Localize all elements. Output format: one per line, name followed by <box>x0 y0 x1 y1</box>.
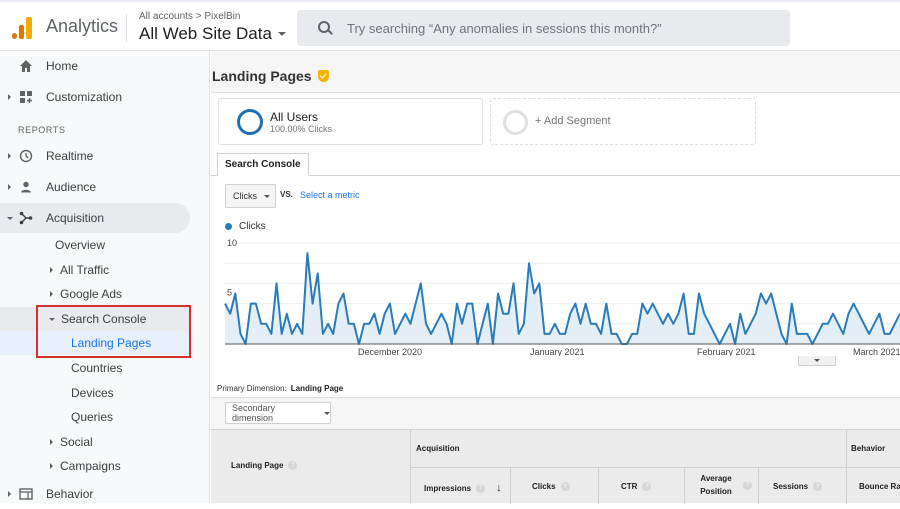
help-icon[interactable]: ? <box>813 482 822 491</box>
annotation-highlight-box <box>36 305 191 358</box>
clicks-chart[interactable]: 5 10 December 2020 January 2021 February… <box>211 231 900 356</box>
segment-name: All Users <box>270 110 318 124</box>
series-area-clicks <box>225 253 900 344</box>
vs-label: VS. <box>280 190 293 199</box>
help-icon[interactable]: ? <box>642 482 651 491</box>
chart-collapse-handle[interactable] <box>798 356 836 366</box>
primary-dimension-value[interactable]: Landing Page <box>291 384 343 393</box>
help-icon[interactable]: ? <box>476 484 485 493</box>
segment-ring-icon <box>237 109 263 135</box>
segment-subtitle: 100.00% Clicks <box>270 124 332 134</box>
sidebar-item-realtime[interactable]: Realtime <box>0 141 190 171</box>
column-header-average-position[interactable]: Average Position ? <box>693 472 753 498</box>
column-divider <box>684 467 685 504</box>
view-name: All Web Site Data <box>139 24 272 44</box>
header-divider <box>126 14 127 42</box>
tab-search-console[interactable]: Search Console <box>217 153 309 176</box>
help-icon[interactable]: ? <box>561 482 570 491</box>
expand-arrow-icon <box>50 439 53 445</box>
add-segment-label: + Add Segment <box>535 115 611 127</box>
collapse-arrow-icon <box>7 217 13 220</box>
group-header-acquisition: Acquisition <box>416 444 460 453</box>
expand-arrow-icon <box>50 267 53 273</box>
chevron-down-icon <box>264 195 270 198</box>
search-input[interactable]: Try searching “Any anomalies in sessions… <box>297 10 790 46</box>
chevron-down-icon <box>814 359 820 362</box>
help-icon[interactable]: ? <box>743 481 752 490</box>
add-segment-button[interactable]: + Add Segment <box>490 98 756 145</box>
home-icon <box>19 59 33 73</box>
top-bar: Analytics All accounts > PixelBin All We… <box>0 0 900 51</box>
sidebar: Home Customization REPORTS Realtime Audi… <box>0 51 210 503</box>
group-header-behavior: Behavior <box>851 444 885 453</box>
tab-divider <box>211 175 900 176</box>
sidebar-subitem-overview[interactable]: Overview <box>55 233 105 257</box>
reports-section-header: REPORTS <box>18 125 66 135</box>
sidebar-subitem-devices[interactable]: Devices <box>71 381 114 405</box>
expand-arrow-icon <box>8 491 11 497</box>
clock-icon <box>19 149 33 163</box>
acquisition-icon <box>19 211 33 225</box>
empty-segment-ring-icon <box>503 110 528 135</box>
legend-dot-clicks <box>225 223 232 230</box>
sidebar-subitem-social[interactable]: Social <box>50 430 93 454</box>
expand-arrow-icon <box>8 153 11 159</box>
sidebar-item-audience[interactable]: Audience <box>0 172 190 202</box>
dashboard-icon <box>19 90 33 104</box>
app-name: Analytics <box>46 16 118 37</box>
chevron-down-icon <box>278 32 286 36</box>
chevron-down-icon <box>324 412 330 415</box>
x-tick-label: January 2021 <box>530 347 585 356</box>
sidebar-item-home[interactable]: Home <box>0 51 190 81</box>
sidebar-subitem-campaigns[interactable]: Campaigns <box>50 454 121 478</box>
analytics-logo-icon[interactable] <box>12 15 34 39</box>
secondary-dimension-select[interactable]: Secondary dimension <box>225 402 331 424</box>
verified-shield-icon <box>318 70 329 82</box>
column-divider <box>758 467 759 504</box>
behavior-icon <box>19 487 33 501</box>
column-divider <box>510 467 511 504</box>
expand-arrow-icon <box>50 463 53 469</box>
x-tick-label: March 2021 <box>853 347 900 356</box>
sidebar-item-customization[interactable]: Customization <box>0 82 190 112</box>
sort-descending-icon[interactable]: ↓ <box>496 482 502 494</box>
column-header-landing-page[interactable]: Landing Page ? <box>231 461 297 470</box>
expand-arrow-icon <box>8 94 11 100</box>
sidebar-subitem-all-traffic[interactable]: All Traffic <box>50 258 109 282</box>
column-divider <box>598 467 599 504</box>
table-header: Landing Page ? Acquisition Behavior Impr… <box>211 429 900 503</box>
search-placeholder: Try searching “Any anomalies in sessions… <box>347 21 662 36</box>
column-header-sessions[interactable]: Sessions ? <box>773 482 822 491</box>
sidebar-subitem-google-ads[interactable]: Google Ads <box>50 282 122 306</box>
row-divider <box>410 467 900 468</box>
account-breadcrumb[interactable]: All accounts > PixelBin <box>139 11 240 22</box>
sidebar-item-behavior[interactable]: Behavior <box>0 479 190 509</box>
sidebar-item-acquisition[interactable]: Acquisition <box>0 203 190 233</box>
column-header-bounce-rate[interactable]: Bounce Ra <box>859 482 900 491</box>
search-icon <box>317 20 333 36</box>
sidebar-subitem-countries[interactable]: Countries <box>71 356 122 380</box>
title-bar: Landing Pages <box>211 51 900 93</box>
expand-arrow-icon <box>8 184 11 190</box>
column-header-impressions[interactable]: Impressions ? ↓ <box>424 482 502 494</box>
main-content: Landing Pages All Users 100.00% Clicks +… <box>211 51 900 503</box>
x-tick-label: February 2021 <box>697 347 756 356</box>
view-selector[interactable]: All Web Site Data <box>139 24 286 44</box>
select-metric-link[interactable]: Select a metric <box>300 190 360 200</box>
y-tick-label: 5 <box>227 288 232 298</box>
sidebar-subitem-queries[interactable]: Queries <box>71 405 113 429</box>
x-tick-label: December 2020 <box>358 347 422 356</box>
person-icon <box>19 180 33 194</box>
expand-arrow-icon <box>50 291 53 297</box>
primary-dimension: Primary Dimension:Landing Page <box>217 384 343 393</box>
column-header-clicks[interactable]: Clicks ? <box>532 482 570 491</box>
help-icon[interactable]: ? <box>288 461 297 470</box>
segment-all-users[interactable]: All Users 100.00% Clicks <box>218 98 483 145</box>
page-title: Landing Pages <box>212 68 329 84</box>
secondary-dimension-bar: Secondary dimension <box>211 397 900 429</box>
y-tick-label: 10 <box>227 238 237 248</box>
column-header-ctr[interactable]: CTR ? <box>621 482 651 491</box>
metric-select[interactable]: Clicks <box>225 184 276 208</box>
